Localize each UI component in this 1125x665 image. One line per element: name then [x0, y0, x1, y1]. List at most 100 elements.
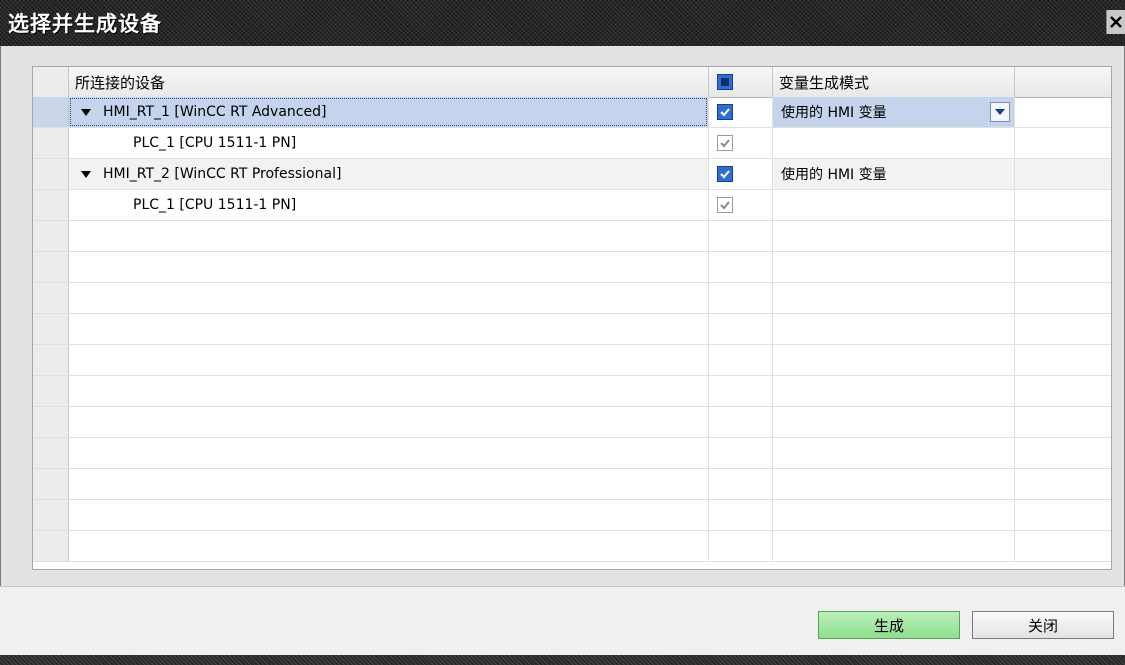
empty-cell [69, 252, 709, 282]
checkbox-cell[interactable] [709, 190, 773, 220]
empty-cell [709, 345, 773, 375]
collapse-arrow-icon[interactable] [81, 108, 91, 116]
close-button[interactable] [1106, 10, 1125, 34]
empty-cell [1015, 283, 1111, 313]
empty-cell [709, 407, 773, 437]
empty-row [33, 314, 1111, 345]
empty-row [33, 531, 1111, 562]
empty-cell [773, 438, 1015, 468]
table-row[interactable]: HMI_RT_1 [WinCC RT Advanced] 使用的 HMI 变量 [33, 97, 1111, 128]
close-dialog-button[interactable]: 关闭 [972, 611, 1114, 639]
empty-cell [1015, 531, 1111, 561]
device-checkbox[interactable] [717, 135, 733, 151]
empty-cell [773, 407, 1015, 437]
device-checkbox[interactable] [717, 166, 733, 182]
row-header [33, 221, 69, 251]
footer-divider [0, 586, 1125, 587]
empty-cell [709, 531, 773, 561]
empty-cell [69, 500, 709, 530]
device-grid: 所连接的设备 变量生成模式 HMI_RT_1 [WinCC RT Advance… [32, 66, 1112, 570]
mode-value: 使用的 HMI 变量 [781, 167, 887, 183]
row-header [33, 500, 69, 530]
empty-cell [773, 283, 1015, 313]
empty-row [33, 221, 1111, 252]
device-cell[interactable]: HMI_RT_2 [WinCC RT Professional] [69, 159, 709, 189]
checkmark-icon [720, 139, 730, 148]
empty-cell [69, 345, 709, 375]
empty-row [33, 438, 1111, 469]
empty-cell [773, 376, 1015, 406]
generate-button[interactable]: 生成 [818, 611, 960, 639]
empty-cell [709, 469, 773, 499]
row-header [33, 252, 69, 282]
row-header [33, 345, 69, 375]
device-checkbox[interactable] [717, 104, 733, 120]
close-icon [1110, 16, 1122, 28]
empty-cell [709, 283, 773, 313]
checkbox-cell[interactable] [709, 159, 773, 189]
device-cell[interactable]: PLC_1 [CPU 1511-1 PN] [69, 190, 709, 220]
empty-row [33, 345, 1111, 376]
row-header [33, 376, 69, 406]
row-header [33, 283, 69, 313]
empty-cell [1015, 314, 1111, 344]
device-name: PLC_1 [CPU 1511-1 PN] [133, 197, 297, 213]
checkbox-cell[interactable] [709, 128, 773, 158]
table-row[interactable]: PLC_1 [CPU 1511-1 PN] [33, 190, 1111, 221]
checkbox-cell[interactable] [709, 97, 773, 127]
empty-row [33, 376, 1111, 407]
mode-dropdown-button[interactable] [990, 102, 1010, 122]
empty-row [33, 407, 1111, 438]
row-header [33, 469, 69, 499]
empty-cell [69, 407, 709, 437]
row-header[interactable] [33, 128, 69, 158]
checkmark-icon [720, 170, 730, 179]
dialog-title: 选择并生成设备 [8, 12, 162, 36]
table-row[interactable]: HMI_RT_2 [WinCC RT Professional] 使用的 HMI… [33, 159, 1111, 190]
column-header-empty [1015, 67, 1111, 97]
empty-cell [709, 314, 773, 344]
empty-cell [69, 221, 709, 251]
empty-cell [709, 221, 773, 251]
empty-cell [1015, 97, 1111, 127]
empty-cell [773, 221, 1015, 251]
column-header-select-all[interactable] [709, 67, 773, 97]
empty-cell [69, 531, 709, 561]
device-checkbox[interactable] [717, 197, 733, 213]
column-header-device[interactable]: 所连接的设备 [69, 67, 709, 97]
empty-cell [773, 345, 1015, 375]
empty-cell [709, 438, 773, 468]
empty-cell [773, 252, 1015, 282]
empty-cell [1015, 221, 1111, 251]
mode-cell [773, 128, 1015, 158]
chevron-down-icon [995, 109, 1005, 115]
checkmark-icon [720, 108, 730, 117]
device-cell[interactable]: PLC_1 [CPU 1511-1 PN] [69, 128, 709, 158]
empty-cell [1015, 128, 1111, 158]
mode-cell [773, 190, 1015, 220]
mode-cell[interactable]: 使用的 HMI 变量 [773, 97, 1015, 127]
row-header[interactable] [33, 159, 69, 189]
collapse-arrow-icon[interactable] [81, 170, 91, 178]
empty-row [33, 252, 1111, 283]
row-header[interactable] [33, 97, 69, 127]
select-all-checkbox[interactable] [717, 74, 733, 90]
row-header [33, 314, 69, 344]
mode-cell[interactable]: 使用的 HMI 变量 [773, 159, 1015, 189]
device-cell[interactable]: HMI_RT_1 [WinCC RT Advanced] [69, 97, 709, 127]
row-header [33, 438, 69, 468]
column-header-mode[interactable]: 变量生成模式 [773, 67, 1015, 97]
empty-cell [773, 500, 1015, 530]
row-header[interactable] [33, 190, 69, 220]
checkmark-icon [720, 201, 730, 210]
empty-cell [709, 252, 773, 282]
empty-cell [69, 469, 709, 499]
empty-cell [69, 438, 709, 468]
empty-cell [1015, 345, 1111, 375]
row-header [33, 407, 69, 437]
empty-cell [1015, 500, 1111, 530]
empty-cell [1015, 252, 1111, 282]
empty-row [33, 469, 1111, 500]
table-row[interactable]: PLC_1 [CPU 1511-1 PN] [33, 128, 1111, 159]
empty-cell [773, 531, 1015, 561]
